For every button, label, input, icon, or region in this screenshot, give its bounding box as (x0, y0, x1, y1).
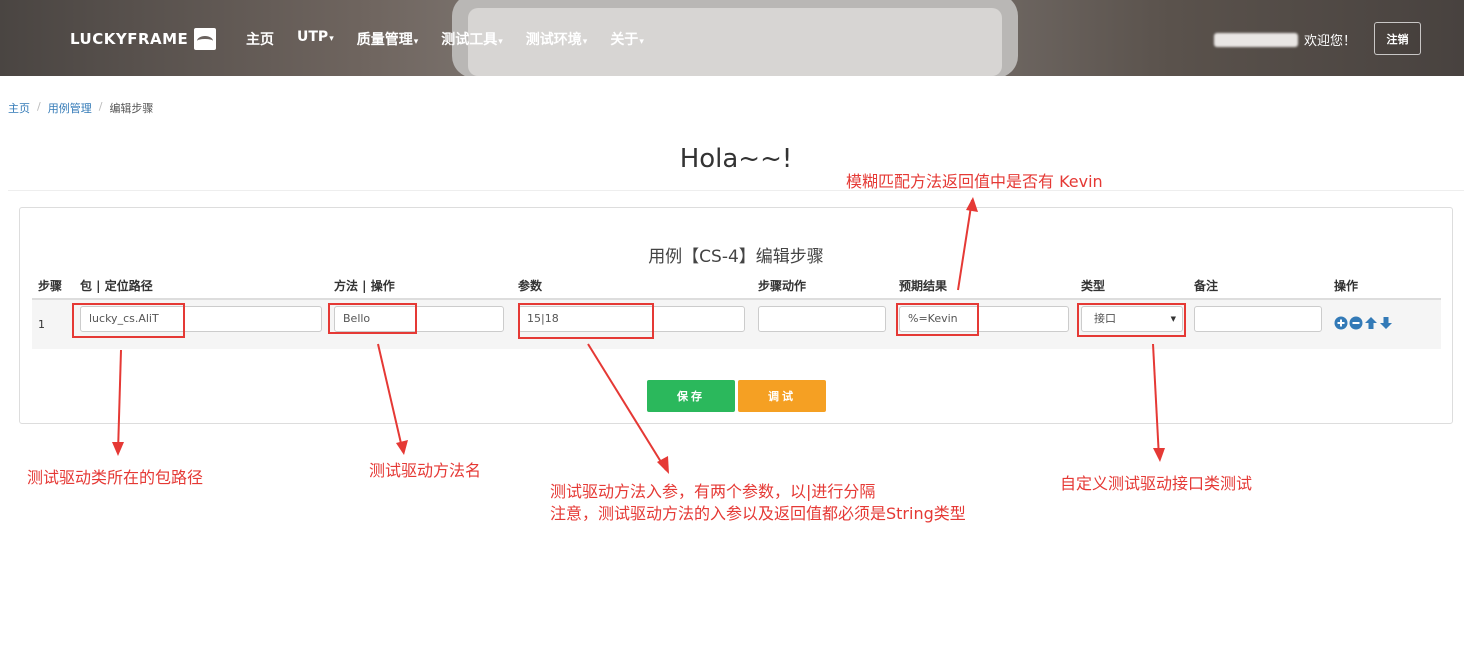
step-action-input[interactable] (758, 306, 886, 332)
caret-down-icon: ▼ (1170, 315, 1176, 323)
arrow-up-icon[interactable] (1364, 316, 1378, 330)
row-operations (1334, 316, 1393, 330)
nav-item-home[interactable]: 主页 (246, 29, 274, 49)
header-step: 步骤 (38, 279, 63, 293)
nav-menu: 主页 UTP▾ 质量管理▾ 测试工具▾ 测试环境▾ 关于▾ (246, 29, 667, 49)
header-type: 类型 (1081, 279, 1106, 293)
nav-item-quality[interactable]: 质量管理▾ (357, 29, 419, 49)
debug-button[interactable]: 调试 (738, 380, 826, 412)
annotation-type: 自定义测试驱动接口类测试 (1060, 474, 1253, 493)
type-select-value: 接口 (1094, 312, 1116, 325)
header-expected: 预期结果 (899, 279, 948, 293)
breadcrumb-separator: / (98, 100, 103, 113)
breadcrumb-current: 编辑步骤 (109, 102, 154, 115)
welcome-message: 欢迎您！ (1214, 30, 1356, 49)
remark-input[interactable] (1194, 306, 1322, 332)
method-input[interactable]: Bello (334, 306, 504, 332)
header-method: 方法 | 操作 (334, 279, 395, 293)
row-step-number: 1 (38, 318, 45, 331)
arrow-head (112, 442, 124, 456)
params-input[interactable]: 15|18 (518, 306, 745, 332)
title-divider (8, 190, 1464, 191)
header-params: 参数 (518, 279, 543, 293)
plus-circle-icon[interactable] (1334, 316, 1348, 330)
nav-item-test-env[interactable]: 测试环境▾ (526, 29, 588, 49)
annotation-method: 测试驱动方法名 (369, 461, 482, 480)
package-input[interactable]: lucky_cs.AliT (80, 306, 322, 332)
caret-down-icon: ▾ (582, 37, 588, 47)
breadcrumb-cases[interactable]: 用例管理 (48, 100, 92, 116)
logo-text: LUCKYFRAME (70, 30, 189, 48)
panel-title: 用例【CS-4】编辑步骤 (648, 247, 824, 267)
nav-item-utp[interactable]: UTP▾ (297, 29, 334, 49)
nav-item-about[interactable]: 关于▾ (610, 29, 644, 49)
logo-book-icon (194, 28, 217, 50)
annotation-package: 测试驱动类所在的包路径 (27, 468, 204, 487)
header-ops: 操作 (1334, 279, 1359, 293)
caret-down-icon: ▾ (329, 34, 334, 44)
breadcrumb-separator: / (37, 100, 41, 113)
minus-circle-icon[interactable] (1349, 316, 1363, 330)
save-button[interactable]: 保存 (647, 380, 735, 412)
page-title: Hola~~! (679, 144, 793, 174)
arrow-head (396, 440, 408, 455)
caret-down-icon: ▾ (498, 37, 503, 47)
arrow-head (657, 456, 669, 474)
logo[interactable]: LUCKYFRAME (70, 28, 217, 50)
arrow-head (1153, 448, 1165, 462)
logout-button[interactable]: 注销 (1374, 22, 1421, 55)
top-navbar: LUCKYFRAME 主页 UTP▾ 质量管理▾ 测试工具▾ 测试环境▾ 关于▾… (0, 0, 1464, 76)
caret-down-icon: ▾ (639, 37, 644, 47)
blurred-username (1214, 33, 1298, 47)
annotation-expected: 模糊匹配方法返回值中是否有 Kevin (846, 172, 1103, 191)
header-action: 步骤动作 (758, 279, 807, 293)
breadcrumb: 主页 / 用例管理 / 编辑步骤 (8, 100, 153, 116)
arrow-down-icon[interactable] (1379, 316, 1393, 330)
breadcrumb-home[interactable]: 主页 (8, 100, 30, 116)
nav-item-test-tools[interactable]: 测试工具▾ (441, 29, 503, 49)
expected-result-input[interactable]: %=Kevin (899, 306, 1069, 332)
welcome-text: 欢迎您！ (1304, 34, 1357, 49)
annotation-params-line1: 测试驱动方法入参，有两个参数，以|进行分隔 (550, 482, 876, 501)
header-package: 包 | 定位路径 (80, 279, 153, 293)
annotation-params-line2: 注意，测试驱动方法的入参以及返回值都必须是String类型 (550, 504, 966, 523)
caret-down-icon: ▾ (413, 37, 419, 47)
type-select[interactable]: 接口 ▼ (1081, 306, 1183, 332)
header-remark: 备注 (1194, 279, 1219, 293)
